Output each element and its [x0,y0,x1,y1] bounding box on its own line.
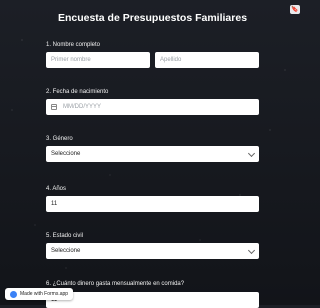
bookmark-icon[interactable]: 🔖 [290,5,300,14]
question-label-name: 1. Nombre completo [46,42,101,48]
food-spending-input[interactable]: 11 [46,292,259,308]
question-label-gender: 3. Género [46,136,73,142]
first-name-input[interactable]: Primer nombre [46,52,150,68]
question-label-birthdate: 2. Fecha de nacimiento [46,89,109,95]
marital-status-select[interactable]: Seleccione [46,243,259,259]
first-name-placeholder: Primer nombre [51,57,91,63]
made-with-badge[interactable]: Made with Forms.app [5,288,74,300]
last-name-placeholder: Apellido [160,57,182,63]
question-label-age: 4. Años [46,186,67,192]
question-label-food-spending: 6. ¿Cuánto dinero gasta mensualmente en … [46,281,185,287]
birthdate-placeholder: MM/DD/YYYY [63,104,102,110]
calendar-icon [51,104,57,110]
badge-label: Made with Forms.app [20,291,69,297]
gender-selected-value: Seleccione [51,151,81,157]
last-name-input[interactable]: Apellido [155,52,259,68]
chevron-down-icon [247,246,256,255]
birthdate-input[interactable]: MM/DD/YYYY [46,99,259,115]
age-value: 11 [51,201,58,207]
chevron-down-icon [247,149,256,158]
marital-status-selected-value: Seleccione [51,248,81,254]
age-input[interactable]: 11 [46,196,259,212]
question-label-marital-status: 5. Estado civil [46,233,84,239]
form-title: Encuesta de Presupuestos Familiares [57,12,248,24]
forms-app-logo-icon [10,290,17,298]
gender-select[interactable]: Seleccione [46,146,259,162]
